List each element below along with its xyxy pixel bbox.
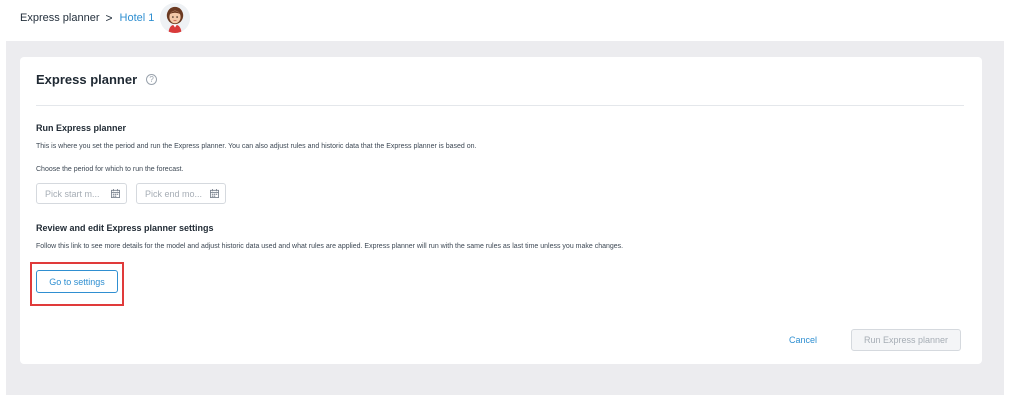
breadcrumb-root[interactable]: Express planner xyxy=(20,12,100,24)
express-planner-card: Express planner ? Run Express planner Th… xyxy=(20,57,982,364)
page-title: Express planner xyxy=(36,72,138,87)
cancel-button[interactable]: Cancel xyxy=(789,335,817,345)
avatar-icon xyxy=(160,3,190,33)
content-area: Express planner ? Run Express planner Th… xyxy=(6,41,1004,395)
breadcrumb-current[interactable]: Hotel 1 xyxy=(120,12,155,24)
chevron-right-icon: > xyxy=(105,11,113,25)
run-express-planner-button[interactable]: Run Express planner xyxy=(851,329,961,351)
help-icon[interactable]: ? xyxy=(146,74,158,85)
go-to-settings-button[interactable]: Go to settings xyxy=(36,270,118,293)
start-month-placeholder: Pick start m... xyxy=(45,188,100,199)
period-label: Choose the period for which to run the f… xyxy=(36,166,184,173)
top-bar: Express planner > Hotel 1 xyxy=(0,0,1009,40)
settings-section-description: Follow this link to see more details for… xyxy=(36,243,624,250)
end-month-placeholder: Pick end mo... xyxy=(145,188,203,199)
card-header: Express planner ? xyxy=(36,72,158,87)
breadcrumb: Express planner > Hotel 1 xyxy=(20,11,154,25)
end-month-picker[interactable]: Pick end mo... xyxy=(136,183,226,204)
calendar-icon xyxy=(210,189,219,198)
run-section-description: This is where you set the period and run… xyxy=(36,143,477,150)
run-section-heading: Run Express planner xyxy=(36,123,127,133)
start-month-picker[interactable]: Pick start m... xyxy=(36,183,127,204)
calendar-icon xyxy=(111,189,120,198)
divider xyxy=(36,105,964,106)
avatar[interactable] xyxy=(160,3,190,33)
settings-section-heading: Review and edit Express planner settings xyxy=(36,223,214,233)
